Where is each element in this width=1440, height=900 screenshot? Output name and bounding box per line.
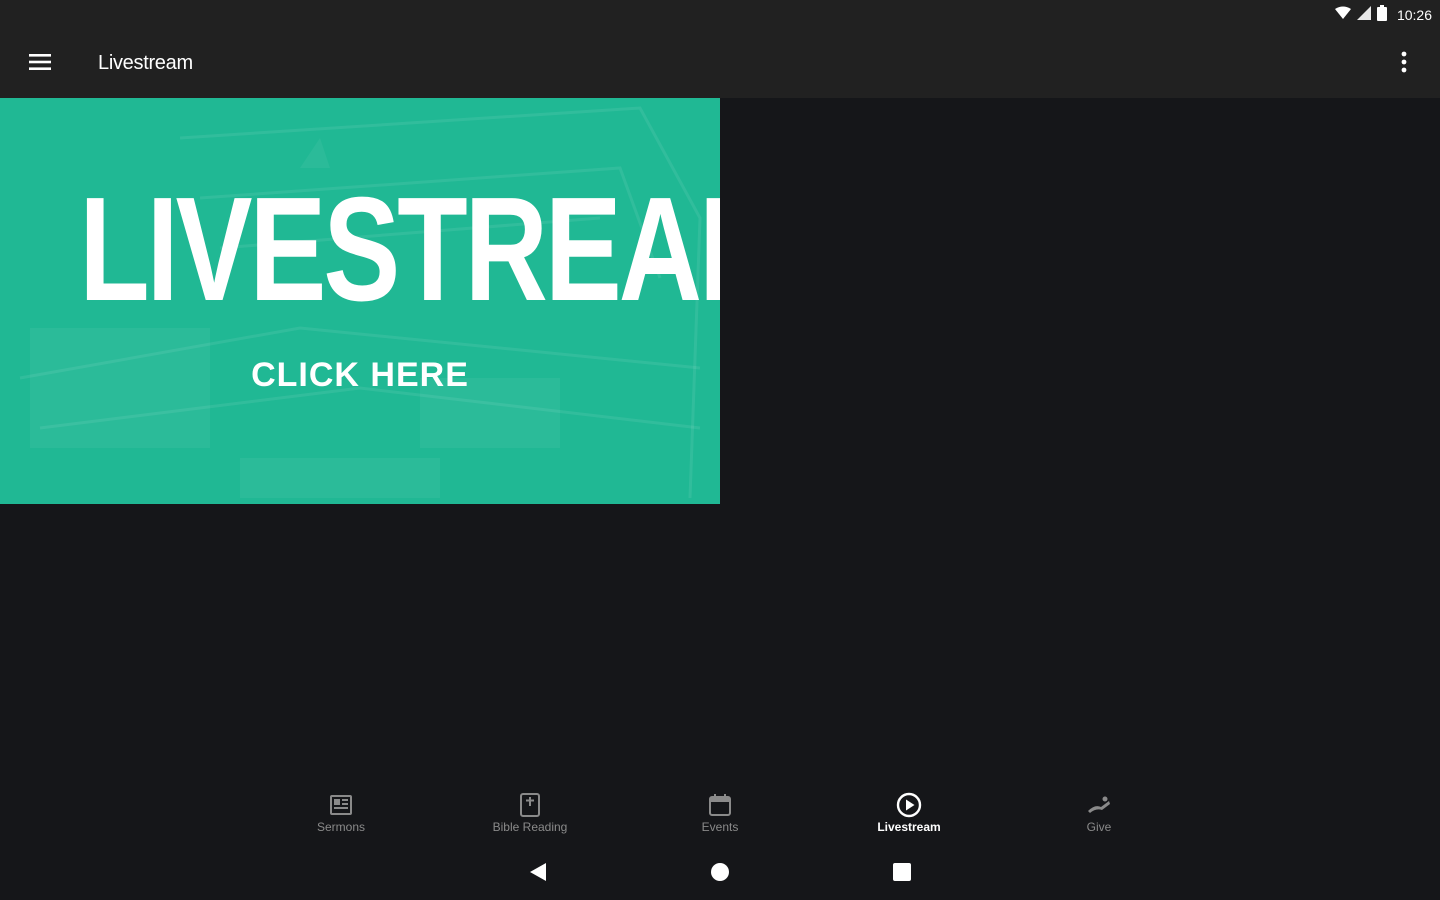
battery-icon (1376, 4, 1387, 26)
sermons-icon (328, 792, 354, 818)
status-icons: 10:26 (1334, 4, 1432, 26)
livestream-banner[interactable]: LIVESTREAM CLICK HERE (0, 98, 720, 504)
home-circle-icon (710, 862, 730, 887)
page-title: Livestream (98, 52, 193, 74)
app-bar: Livestream (0, 30, 1440, 98)
status-time: 10:26 (1396, 7, 1432, 23)
bible-icon (517, 792, 543, 818)
give-icon (1086, 792, 1112, 818)
banner-cta: CLICK HERE (251, 356, 469, 394)
home-button[interactable] (706, 860, 734, 888)
menu-button[interactable] (18, 42, 62, 86)
nav-item-events[interactable]: Events (660, 792, 780, 844)
back-triangle-icon (529, 862, 547, 887)
recents-square-icon (893, 862, 911, 886)
nav-item-label: Bible Reading (492, 820, 568, 834)
nav-item-label: Livestream (877, 820, 941, 834)
nav-item-livestream[interactable]: Livestream (849, 792, 969, 844)
nav-item-bible-reading[interactable]: Bible Reading (470, 792, 590, 844)
nav-item-label: Give (1086, 820, 1112, 834)
bottom-navigation: Sermons Bible Reading Events Livestream … (0, 788, 1440, 848)
calendar-icon (707, 792, 733, 818)
more-vert-icon (1401, 51, 1407, 78)
banner-title: LIVESTREAM (79, 167, 720, 332)
signal-icon (1356, 5, 1371, 25)
status-bar: 10:26 (0, 0, 1440, 30)
nav-item-give[interactable]: Give (1039, 792, 1159, 844)
main-content: LIVESTREAM CLICK HERE (0, 98, 1440, 788)
wifi-icon (1334, 6, 1351, 25)
overflow-menu-button[interactable] (1382, 42, 1426, 86)
recents-button[interactable] (888, 860, 916, 888)
back-button[interactable] (524, 860, 552, 888)
system-navigation-bar (0, 848, 1440, 900)
hamburger-icon (29, 53, 51, 75)
play-circle-icon (896, 792, 922, 818)
nav-item-label: Events (701, 820, 739, 834)
nav-item-label: Sermons (316, 820, 366, 834)
nav-item-sermons[interactable]: Sermons (281, 792, 401, 844)
